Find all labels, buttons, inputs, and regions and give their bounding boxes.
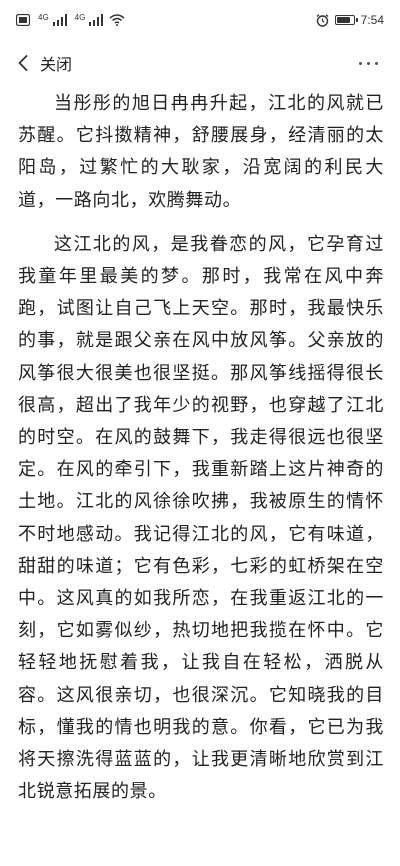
close-button[interactable]: 关闭 (18, 51, 72, 75)
more-dot (359, 61, 362, 65)
more-options-icon[interactable] (359, 56, 378, 71)
article-paragraph: 当彤彤的旭日冉冉升起，江北的风就已苏醒。它抖擞精神，舒腰展身，经清丽的太阳岛，过… (18, 93, 384, 211)
article-body: 当彤彤的旭日冉冉升起，江北的风就已苏醒。它抖擞精神，舒腰展身，经清丽的太阳岛，过… (18, 88, 384, 820)
more-dot (367, 61, 370, 65)
signal-bars-icon (52, 14, 67, 26)
signal-bars-icon (89, 14, 104, 26)
signal-label-2: 4G (74, 12, 86, 22)
battery-fill (336, 17, 350, 23)
alarm-icon (316, 13, 329, 27)
article-paragraph: 这江北的风，是我眷恋的风，它孕育过我童年里最美的梦。那时，我常在风中奔跑，试图让… (18, 233, 384, 803)
signal-label-1: 4G (38, 12, 49, 22)
status-bar: 4G 4G 7:54 (0, 0, 400, 40)
status-time: 7:54 (360, 13, 384, 27)
close-label: 关闭 (40, 55, 73, 74)
status-right: 7:54 (316, 13, 384, 27)
notification-icon (16, 14, 30, 26)
top-bar: 关闭 (0, 40, 400, 86)
battery-icon (334, 15, 358, 25)
wifi-icon (109, 14, 125, 26)
status-left: 4G 4G (16, 12, 125, 26)
more-dot (375, 61, 378, 65)
chevron-left-icon (18, 55, 28, 71)
